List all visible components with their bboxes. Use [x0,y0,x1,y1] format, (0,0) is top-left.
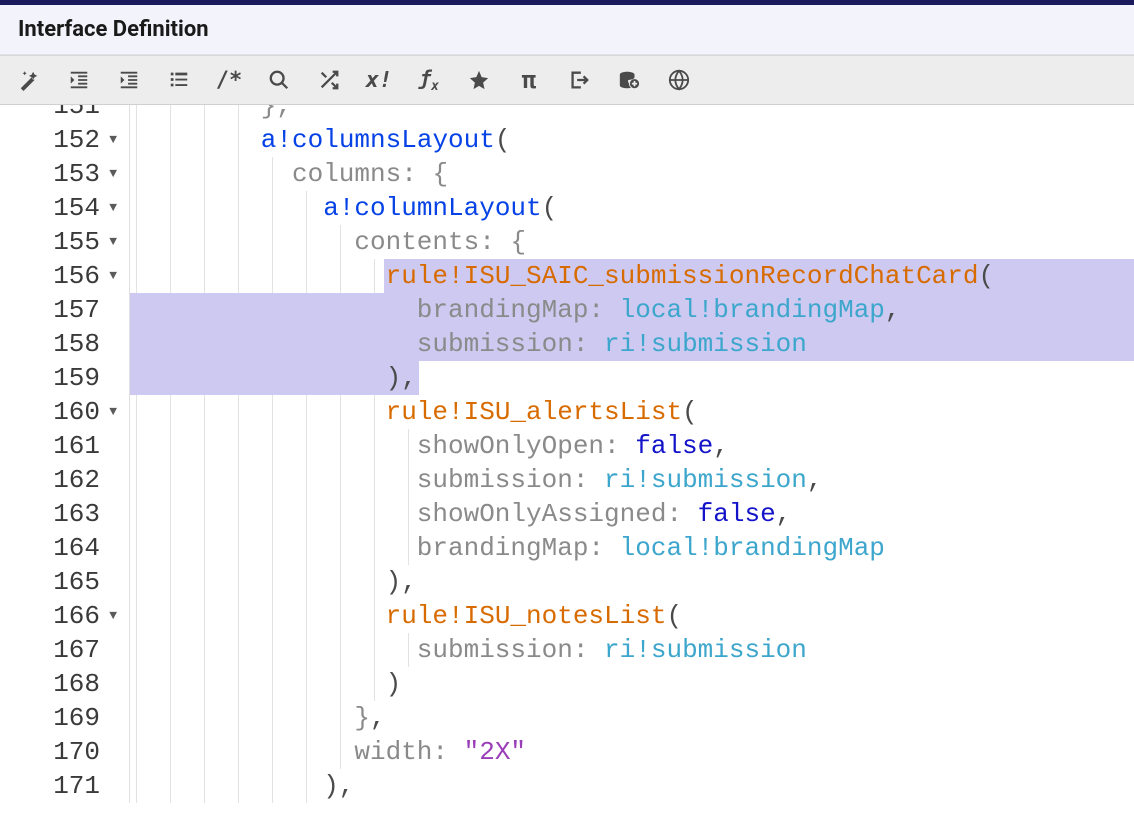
gutter-line[interactable]: 154▼ [0,191,123,225]
wand-sparkle-icon[interactable] [16,67,42,93]
code-line[interactable]: showOnlyAssigned: false, [130,497,1134,531]
var-x-icon[interactable]: x! [366,67,392,93]
shuffle-icon[interactable] [316,67,342,93]
code-line[interactable]: ), [130,769,1134,803]
gutter-line[interactable]: 151 [0,105,123,123]
panel-title: Interface Definition [18,17,1116,42]
gutter-line[interactable]: 158 [0,327,123,361]
code-line[interactable]: columns: { [130,157,1134,191]
star-icon[interactable] [466,67,492,93]
code-line[interactable]: ) [130,667,1134,701]
code-editor[interactable]: 151152▼153▼154▼155▼156▼157158159160▼1611… [0,105,1134,803]
fold-toggle[interactable]: ▼ [104,395,117,429]
database-icon[interactable] [616,67,642,93]
gutter-line[interactable]: 168 [0,667,123,701]
code-line[interactable]: brandingMap: local!brandingMap [130,531,1134,565]
comment-icon[interactable]: /* [216,67,242,93]
pi-icon[interactable]: π [516,67,542,93]
gutter-line[interactable]: 156▼ [0,259,123,293]
fold-toggle[interactable]: ▼ [104,259,117,293]
code-line[interactable]: a!columnsLayout( [130,123,1134,157]
gutter-line[interactable]: 167 [0,633,123,667]
fold-toggle[interactable]: ▼ [104,157,117,191]
fold-toggle[interactable]: ▼ [104,599,117,633]
fold-toggle[interactable]: ▼ [104,191,117,225]
gutter-line[interactable]: 152▼ [0,123,123,157]
outdent-icon[interactable] [66,67,92,93]
code-line[interactable]: }, [130,105,1134,123]
search-icon[interactable] [266,67,292,93]
code-line[interactable]: ), [130,361,1134,395]
gutter-line[interactable]: 157 [0,293,123,327]
gutter-line[interactable]: 161 [0,429,123,463]
indent-icon[interactable] [116,67,142,93]
gutter-line[interactable]: 169 [0,701,123,735]
exit-icon[interactable] [566,67,592,93]
code-line[interactable]: submission: ri!submission [130,327,1134,361]
fx-icon[interactable]: ƒx [416,67,442,93]
panel-header: Interface Definition [0,5,1134,55]
code-line[interactable]: showOnlyOpen: false, [130,429,1134,463]
list-icon[interactable] [166,67,192,93]
gutter-line[interactable]: 163 [0,497,123,531]
code-line[interactable]: brandingMap: local!brandingMap, [130,293,1134,327]
gutter-line[interactable]: 166▼ [0,599,123,633]
code-line[interactable]: ), [130,565,1134,599]
editor-toolbar: /* x! ƒx π [0,55,1134,105]
code-line[interactable]: submission: ri!submission [130,633,1134,667]
code-line[interactable]: rule!ISU_alertsList( [130,395,1134,429]
code-line[interactable]: }, [130,701,1134,735]
gutter-line[interactable]: 171 [0,769,123,803]
code-line[interactable]: rule!ISU_SAIC_submissionRecordChatCard( [130,259,1134,293]
globe-icon[interactable] [666,67,692,93]
gutter-line[interactable]: 170 [0,735,123,769]
line-gutter: 151152▼153▼154▼155▼156▼157158159160▼1611… [0,105,130,803]
gutter-line[interactable]: 155▼ [0,225,123,259]
gutter-line[interactable]: 162 [0,463,123,497]
gutter-line[interactable]: 159 [0,361,123,395]
code-line[interactable]: contents: { [130,225,1134,259]
gutter-line[interactable]: 164 [0,531,123,565]
code-area[interactable]: },a!columnsLayout(columns: {a!columnLayo… [130,105,1134,803]
code-line[interactable]: submission: ri!submission, [130,463,1134,497]
code-line[interactable]: width: "2X" [130,735,1134,769]
code-line[interactable]: rule!ISU_notesList( [130,599,1134,633]
gutter-line[interactable]: 165 [0,565,123,599]
fold-toggle[interactable]: ▼ [104,225,117,259]
code-line[interactable]: a!columnLayout( [130,191,1134,225]
gutter-line[interactable]: 153▼ [0,157,123,191]
gutter-line[interactable]: 160▼ [0,395,123,429]
fold-toggle[interactable]: ▼ [104,123,117,157]
